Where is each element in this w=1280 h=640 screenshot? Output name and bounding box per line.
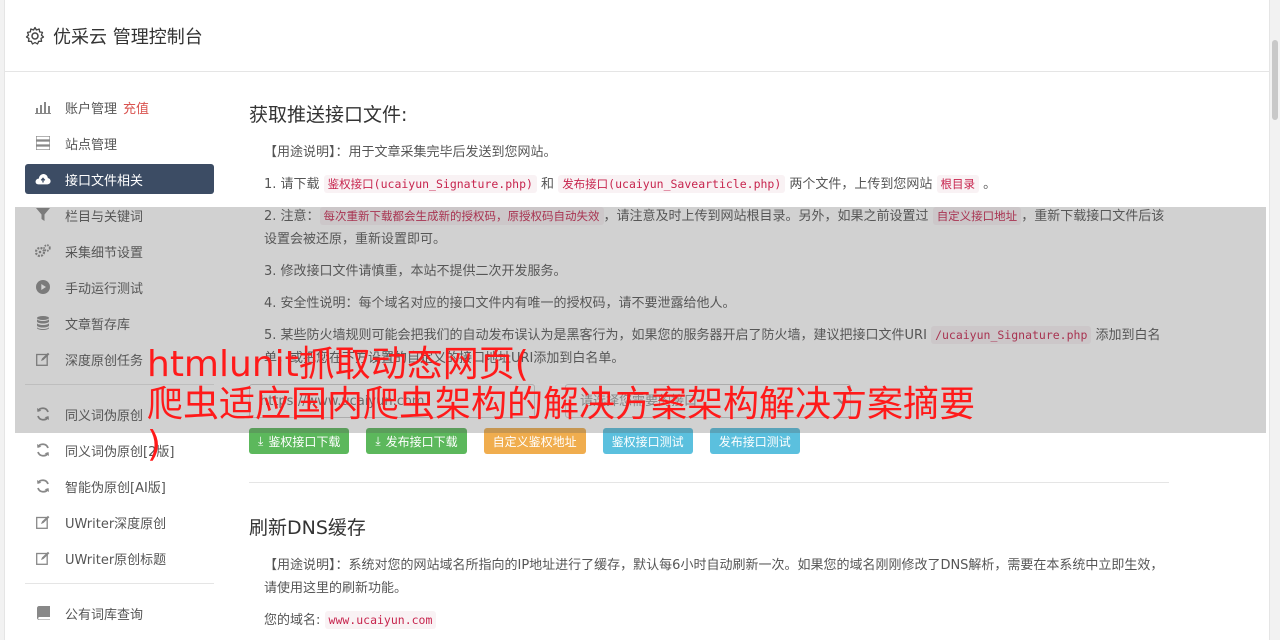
sidebar-item-account[interactable]: 账户管理 充值 xyxy=(25,92,214,122)
headline-line: htmlunit抓取动态网页( xyxy=(147,344,529,385)
sidebar-item-label: 站点管理 xyxy=(65,137,118,153)
server-icon xyxy=(35,135,51,151)
refresh-icon xyxy=(35,478,51,494)
sidebar-item-label: 智能伪原创[AI版] xyxy=(65,480,166,496)
sidebar-item-label: UWriter原创标题 xyxy=(65,552,167,568)
cloud-upload-icon xyxy=(35,171,51,187)
publish-file-code: 发布接口(ucaiyun_Savearticle.php) xyxy=(558,175,786,193)
scrollbar-thumb[interactable] xyxy=(1272,40,1278,120)
book-icon xyxy=(35,605,51,621)
sidebar-item-label: 公有词库查询 xyxy=(65,607,144,623)
headline-line: 爬虫适应国内爬虫架构的解决方案架构解决方案摘要 xyxy=(147,384,976,425)
section-title-dns: 刷新DNS缓存 xyxy=(249,517,366,539)
domain-value: www.ucaiyun.com xyxy=(324,611,437,629)
sidebar-item-sites[interactable]: 站点管理 xyxy=(25,128,214,158)
sidebar-item-public-dictionary[interactable]: 公有词库查询 xyxy=(25,598,214,628)
section-title-interface: 获取推送接口文件: xyxy=(249,104,408,126)
root-dir-code: 根目录 xyxy=(936,175,980,193)
recharge-link[interactable]: 充值 xyxy=(123,98,149,117)
page-scrollbar[interactable] xyxy=(1270,0,1280,640)
gear-icon xyxy=(25,26,45,45)
headline-line: ) xyxy=(147,424,162,465)
app-header: 优采云 管理控制台 xyxy=(5,0,1269,72)
domain-label: 您的域名: xyxy=(264,613,321,628)
section-divider xyxy=(249,482,1169,483)
refresh-icon xyxy=(35,442,51,458)
usage-text: 【用途说明】：用于文章采集完毕后发送到您网站。 xyxy=(264,145,557,160)
edit-icon xyxy=(35,550,51,566)
page-title: 优采云 管理控制台 xyxy=(53,26,203,48)
sidebar-item-uwriter-title[interactable]: UWriter原创标题 xyxy=(25,543,214,573)
sidebar-item-ai-rewrite[interactable]: 智能伪原创[AI版] xyxy=(25,471,214,501)
sidebar-item-label: 账户管理 xyxy=(65,101,118,117)
domain-row: 您的域名: www.ucaiyun.com xyxy=(264,609,1169,632)
edit-icon xyxy=(35,514,51,530)
dns-usage-text: 【用途说明】：系统对您的网站域名所指向的IP地址进行了缓存，默认每6小时自动刷新… xyxy=(264,558,1164,596)
overlay-headline: htmlunit抓取动态网页( 爬虫适应国内爬虫架构的解决方案架构解决方案摘要 … xyxy=(147,345,1157,465)
bar-chart-icon xyxy=(35,99,51,115)
auth-file-code: 鉴权接口(ucaiyun_Signature.php) xyxy=(323,175,537,193)
instruction-1: 1. 请下载 鉴权接口(ucaiyun_Signature.php) 和 发布接… xyxy=(264,175,997,193)
sidebar-item-uwriter-deep[interactable]: UWriter深度原创 xyxy=(25,507,214,537)
sidebar-divider xyxy=(25,583,214,584)
sidebar-item-label: 接口文件相关 xyxy=(65,173,144,189)
sidebar-item-interface-files[interactable]: 接口文件相关 xyxy=(25,164,214,194)
sidebar-item-label: UWriter深度原创 xyxy=(65,516,167,532)
